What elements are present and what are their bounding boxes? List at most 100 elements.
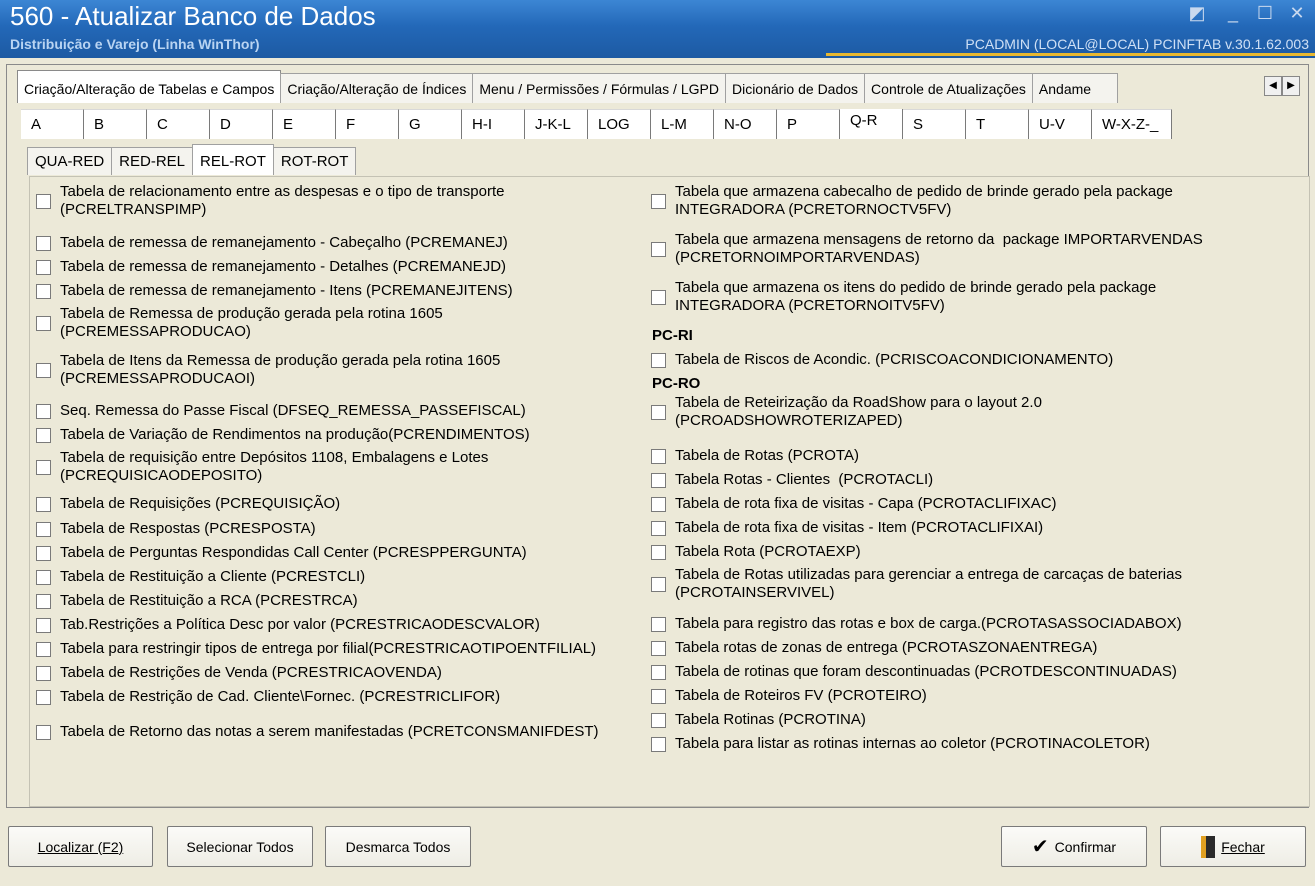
table-checkbox-item[interactable]: Tabela Rotinas (PCROTINA) bbox=[651, 711, 866, 729]
letter-tab-c[interactable]: C bbox=[147, 109, 210, 139]
table-checkbox-item[interactable]: Tabela Rota (PCROTAEXP) bbox=[651, 543, 861, 561]
checkbox[interactable] bbox=[651, 404, 666, 420]
selecionar-todos-button[interactable]: Selecionar Todos bbox=[167, 826, 313, 867]
checkbox[interactable] bbox=[36, 569, 51, 585]
checkbox[interactable] bbox=[36, 545, 51, 561]
table-checkbox-item[interactable]: Tabela rotas de zonas de entrega (PCROTA… bbox=[651, 639, 1097, 657]
table-checkbox-item[interactable]: Tabela de relacionamento entre as despes… bbox=[36, 183, 504, 219]
scroll-left-icon[interactable]: ◀ bbox=[1264, 76, 1282, 96]
checkbox[interactable] bbox=[36, 724, 51, 740]
checkbox[interactable] bbox=[36, 362, 51, 378]
letter-tab-f[interactable]: F bbox=[336, 109, 399, 139]
table-checkbox-item[interactable]: Tabela para registro das rotas e box de … bbox=[651, 615, 1182, 633]
minimize-icon[interactable]: _ bbox=[1223, 4, 1243, 22]
tab-indices[interactable]: Criação/Alteração de Índices bbox=[280, 73, 474, 103]
checkbox[interactable] bbox=[651, 448, 666, 464]
checkbox[interactable] bbox=[651, 472, 666, 488]
checkbox[interactable] bbox=[651, 289, 666, 305]
confirmar-button[interactable]: ✔ Confirmar bbox=[1001, 826, 1147, 867]
checkbox[interactable] bbox=[36, 283, 51, 299]
table-checkbox-item[interactable]: Tabela de Restituição a RCA (PCRESTRCA) bbox=[36, 592, 358, 610]
table-checkbox-item[interactable]: Tabela de Riscos de Acondic. (PCRISCOACO… bbox=[651, 351, 1113, 369]
close-icon[interactable]: ✕ bbox=[1287, 4, 1307, 22]
checkbox[interactable] bbox=[651, 352, 666, 368]
tab-controle-atualizacoes[interactable]: Controle de Atualizações bbox=[864, 73, 1033, 103]
table-checkbox-item[interactable]: Tabela de Rotas (PCROTA) bbox=[651, 447, 859, 465]
maximize-icon[interactable]: ☐ bbox=[1255, 4, 1275, 22]
checkbox[interactable] bbox=[36, 689, 51, 705]
table-checkbox-item[interactable]: Tabela que armazena os itens do pedido d… bbox=[651, 279, 1156, 315]
letter-tab-w-x-z[interactable]: W-X-Z-_ bbox=[1092, 109, 1172, 139]
table-checkbox-item[interactable]: Tabela de rotinas que foram descontinuad… bbox=[651, 663, 1177, 681]
checkbox[interactable] bbox=[36, 496, 51, 512]
desmarca-todos-button[interactable]: Desmarca Todos bbox=[325, 826, 471, 867]
letter-tab-d[interactable]: D bbox=[210, 109, 273, 139]
table-checkbox-item[interactable]: Tabela de Respostas (PCRESPOSTA) bbox=[36, 520, 316, 538]
tab-tabelas-campos[interactable]: Criação/Alteração de Tabelas e Campos bbox=[17, 70, 282, 103]
scroll-right-icon[interactable]: ▶ bbox=[1282, 76, 1300, 96]
subtab-red-rel[interactable]: RED-REL bbox=[111, 147, 194, 175]
tab-menu-permissoes[interactable]: Menu / Permissões / Fórmulas / LGPD bbox=[472, 73, 726, 103]
subtab-rot-rot[interactable]: ROT-ROT bbox=[272, 147, 357, 175]
table-checkbox-item[interactable]: Tabela para listar as rotinas internas a… bbox=[651, 735, 1150, 753]
table-checkbox-item[interactable]: Tabela de Itens da Remessa de produção g… bbox=[36, 352, 500, 388]
checkbox[interactable] bbox=[36, 641, 51, 657]
checkbox[interactable] bbox=[36, 193, 51, 209]
table-checkbox-item[interactable]: Tabela de Perguntas Respondidas Call Cen… bbox=[36, 544, 527, 562]
checkbox[interactable] bbox=[36, 665, 51, 681]
checkbox[interactable] bbox=[36, 315, 51, 331]
table-checkbox-item[interactable]: Tabela que armazena mensagens de retorno… bbox=[651, 231, 1203, 267]
tab-dicionario[interactable]: Dicionário de Dados bbox=[724, 73, 866, 103]
letter-tab-a[interactable]: A bbox=[21, 109, 84, 139]
checkbox[interactable] bbox=[651, 496, 666, 512]
letter-tab-g[interactable]: G bbox=[399, 109, 462, 139]
letter-tab-n-o[interactable]: N-O bbox=[714, 109, 777, 139]
table-checkbox-item[interactable]: Tabela de rota fixa de visitas - Item (P… bbox=[651, 519, 1043, 537]
checkbox[interactable] bbox=[651, 712, 666, 728]
checkbox[interactable] bbox=[651, 736, 666, 752]
table-checkbox-item[interactable]: Tabela de rota fixa de visitas - Capa (P… bbox=[651, 495, 1057, 513]
table-checkbox-item[interactable]: Tabela de remessa de remanejamento - Ite… bbox=[36, 282, 513, 300]
restore-icon[interactable]: ◩ bbox=[1187, 4, 1207, 22]
checkbox[interactable] bbox=[651, 576, 666, 592]
table-checkbox-item[interactable]: Tabela de Restrição de Cad. Cliente\Forn… bbox=[36, 688, 500, 706]
checkbox[interactable] bbox=[651, 688, 666, 704]
checkbox[interactable] bbox=[651, 544, 666, 560]
table-checkbox-item[interactable]: Tabela de Restrições de Venda (PCRESTRIC… bbox=[36, 664, 442, 682]
letter-tab-b[interactable]: B bbox=[84, 109, 147, 139]
table-checkbox-item[interactable]: Tabela de Remessa de produção gerada pel… bbox=[36, 305, 443, 341]
table-checkbox-item[interactable]: Tabela de Requisições (PCREQUISIÇÃO) bbox=[36, 495, 340, 513]
tab-andamento[interactable]: Andame bbox=[1031, 73, 1118, 103]
checkbox[interactable] bbox=[36, 459, 51, 475]
localizar-button[interactable]: Localizar (F2) bbox=[8, 826, 153, 867]
letter-tab-log[interactable]: LOG bbox=[588, 109, 651, 139]
table-checkbox-item[interactable]: Tabela de Restituição a Cliente (PCRESTC… bbox=[36, 568, 365, 586]
table-checkbox-item[interactable]: Tabela que armazena cabecalho de pedido … bbox=[651, 183, 1173, 219]
checkbox[interactable] bbox=[36, 235, 51, 251]
letter-tab-s[interactable]: S bbox=[903, 109, 966, 139]
checkbox[interactable] bbox=[36, 617, 51, 633]
table-checkbox-item[interactable]: Tabela de Rotas utilizadas para gerencia… bbox=[651, 566, 1182, 602]
checkbox[interactable] bbox=[36, 403, 51, 419]
subtab-rel-rot[interactable]: REL-ROT bbox=[192, 144, 274, 175]
letter-tab-u-v[interactable]: U-V bbox=[1029, 109, 1092, 139]
letter-tab-j-k-l[interactable]: J-K-L bbox=[525, 109, 588, 139]
table-checkbox-item[interactable]: Tabela de Roteiros FV (PCROTEIRO) bbox=[651, 687, 927, 705]
checkbox[interactable] bbox=[651, 520, 666, 536]
table-checkbox-item[interactable]: Tab.Restrições a Política Desc por valor… bbox=[36, 616, 540, 634]
table-checkbox-item[interactable]: Tabela de Retorno das notas a serem mani… bbox=[36, 723, 599, 741]
subtab-qua-red[interactable]: QUA-RED bbox=[27, 147, 113, 175]
letter-tab-p[interactable]: P bbox=[777, 109, 840, 139]
checkbox[interactable] bbox=[36, 593, 51, 609]
checkbox[interactable] bbox=[651, 640, 666, 656]
table-checkbox-item[interactable]: Seq. Remessa do Passe Fiscal (DFSEQ_REME… bbox=[36, 402, 526, 420]
letter-tab-t[interactable]: T bbox=[966, 109, 1029, 139]
checkbox[interactable] bbox=[651, 664, 666, 680]
table-checkbox-item[interactable]: Tabela de remessa de remanejamento - Cab… bbox=[36, 234, 508, 252]
table-checkbox-item[interactable]: Tabela de Reteirização da RoadShow para … bbox=[651, 394, 1042, 430]
checkbox[interactable] bbox=[651, 616, 666, 632]
checkbox[interactable] bbox=[36, 427, 51, 443]
checkbox[interactable] bbox=[36, 259, 51, 275]
letter-tab-h-i[interactable]: H-I bbox=[462, 109, 525, 139]
fechar-button[interactable]: Fechar bbox=[1160, 826, 1306, 867]
